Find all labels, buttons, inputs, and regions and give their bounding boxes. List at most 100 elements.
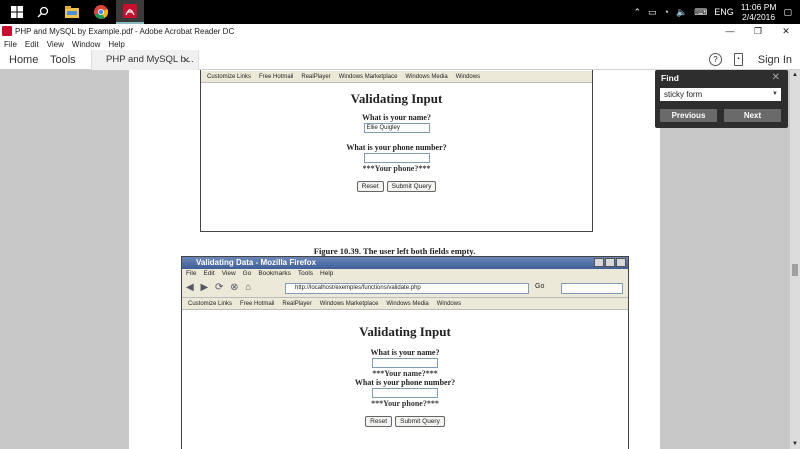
ff-link-customize: Customize Links (188, 301, 233, 307)
ff-menu-go: Go (242, 270, 252, 277)
volume-icon[interactable]: 🔈 (676, 7, 687, 18)
ff-link-hotmail: Free Hotmail (240, 301, 275, 307)
keyboard-icon[interactable]: ⌨ (694, 7, 707, 18)
figure-bottom-heading: Validating Input (359, 324, 451, 339)
find-previous-button[interactable]: Previous (660, 109, 717, 122)
ff-search-box (561, 283, 623, 294)
link-realplayer: RealPlayer (301, 74, 331, 80)
vertical-scrollbar[interactable]: ▲ ▼ (790, 70, 800, 449)
find-query: sticky form (664, 90, 703, 99)
link-hotmail: Free Hotmail (259, 74, 294, 80)
sign-in-button[interactable]: Sign In (758, 50, 792, 70)
windows-start-icon[interactable] (8, 3, 26, 21)
wifi-icon[interactable]: ◔ (664, 7, 669, 17)
link-media: Windows Media (405, 74, 448, 80)
firefox-menu: File Edit View Go Bookmarks Tools Help (182, 269, 628, 279)
ff-menu-help: Help (320, 270, 334, 277)
acrobat-app-icon (2, 26, 12, 36)
chevron-up-icon[interactable]: ⌃ (633, 7, 641, 18)
bottom-name-input (372, 358, 438, 368)
bottom-phone-label: What is your phone number? (354, 378, 456, 387)
submit-button: Submit Query (386, 181, 437, 192)
link-marketplace: Windows Marketplace (338, 74, 398, 80)
firefox-window-title: Validating Data - Mozilla Firefox (196, 258, 317, 267)
link-windows: Windows (455, 74, 481, 80)
minimize-icon[interactable]: — (716, 24, 744, 38)
find-title: Find (661, 73, 679, 83)
links-toolbar: Customize Links Free Hotmail RealPlayer … (201, 71, 592, 83)
document-tab[interactable]: PHP and MySQL b... ✕ (91, 50, 199, 70)
bottom-reset-button: Reset (365, 416, 393, 427)
ff-nav-buttons-icon: ◀ ▶ ⟳ ⊗ ⌂ (186, 282, 254, 293)
menu-edit[interactable]: Edit (25, 40, 39, 49)
file-explorer-icon[interactable] (63, 3, 81, 21)
reset-button: Reset (356, 181, 384, 192)
close-icon[interactable]: ✕ (772, 24, 800, 38)
ff-minimize-icon (594, 258, 604, 267)
bottom-name-label: What is your name? (370, 348, 440, 357)
bottom-name-error: ***Your name?*** (372, 369, 438, 378)
chevron-down-icon[interactable]: ▼ (772, 88, 778, 101)
ff-maximize-icon (605, 258, 615, 267)
phone-label: What is your phone number? (346, 143, 447, 152)
phone-input (363, 153, 430, 163)
ff-link-marketplace: Windows Marketplace (319, 301, 379, 307)
window-titlebar: PHP and MySQL by Example.pdf - Adobe Acr… (0, 24, 800, 38)
bottom-submit-button: Submit Query (395, 416, 445, 427)
name-label: What is your name? (362, 113, 431, 122)
mobile-link-icon[interactable]: ▪ (734, 53, 743, 66)
ff-menu-tools: Tools (297, 270, 314, 277)
help-icon[interactable]: ? (709, 53, 722, 66)
firefox-titlebar: Validating Data - Mozilla Firefox (182, 257, 628, 269)
scroll-up-icon[interactable]: ▲ (792, 72, 798, 78)
ff-url-bar: http://localhost/exemples/functions/vali… (285, 283, 529, 294)
document-tab-label: PHP and MySQL b... (106, 54, 194, 65)
ff-close-icon (616, 258, 626, 267)
windows-taskbar: ⌃ ▭ ◔ 🔈 ⌨ ENG 11:06 PM 2/4/2016 ▢ (0, 0, 800, 24)
ff-link-windows: Windows (436, 301, 462, 307)
bottom-phone-error: ***Your phone?*** (371, 399, 439, 408)
figure-bottom-content: Validating Input What is your name? ***Y… (182, 324, 628, 427)
ff-link-realplayer: RealPlayer (282, 301, 312, 307)
menu-view[interactable]: View (47, 40, 64, 49)
figure-bottom-browser: Validating Data - Mozilla Firefox File E… (181, 256, 629, 449)
figure-caption: Figure 10.39. The user left both fields … (313, 246, 476, 256)
close-tab-icon[interactable]: ✕ (182, 50, 190, 70)
bottom-phone-input (372, 388, 438, 398)
language-indicator[interactable]: ENG (714, 7, 734, 17)
menu-file[interactable]: File (4, 40, 17, 49)
home-tab[interactable]: Home (9, 50, 38, 70)
find-next-button[interactable]: Next (724, 109, 781, 122)
link-customize: Customize Links (207, 74, 252, 80)
find-input[interactable]: sticky form ▼ (660, 88, 781, 101)
pdf-page: Customize Links Free Hotmail RealPlayer … (129, 70, 660, 449)
ff-link-media: Windows Media (386, 301, 429, 307)
restore-icon[interactable]: ❐ (744, 24, 772, 38)
chrome-icon[interactable] (92, 3, 110, 21)
ff-menu-bookmarks: Bookmarks (258, 270, 291, 277)
phone-error: ***Your phone?*** (362, 164, 431, 173)
figure-top-browser: Customize Links Free Hotmail RealPlayer … (200, 70, 593, 232)
search-icon[interactable] (34, 3, 52, 21)
acrobat-toolbar: Home Tools PHP and MySQL b... ✕ ? ▪ Sign… (0, 50, 800, 70)
window-title: PHP and MySQL by Example.pdf - Adobe Acr… (15, 26, 235, 36)
system-tray: ⌃ ▭ ◔ 🔈 ⌨ ENG 11:06 PM 2/4/2016 ▢ (633, 0, 800, 24)
firefox-links-toolbar: Customize Links Free Hotmail RealPlayer … (182, 298, 628, 310)
name-input: Ellie Quigley (363, 123, 430, 133)
clock[interactable]: 11:06 PM 2/4/2016 (741, 2, 777, 22)
ff-menu-view: View (221, 270, 236, 277)
battery-icon[interactable]: ▭ (648, 7, 657, 18)
ff-menu-edit: Edit (203, 270, 215, 277)
find-close-icon[interactable]: ✕ (772, 72, 780, 83)
scroll-down-icon[interactable]: ▼ (792, 441, 798, 447)
tools-tab[interactable]: Tools (50, 50, 76, 70)
find-panel: Find ✕ sticky form ▼ Previous Next (655, 70, 788, 128)
firefox-nav-toolbar: ◀ ▶ ⟳ ⊗ ⌂ http://localhost/exemples/func… (182, 279, 628, 298)
scroll-thumb[interactable] (792, 264, 798, 276)
menu-window[interactable]: Window (72, 40, 100, 49)
menu-help[interactable]: Help (108, 40, 124, 49)
acrobat-taskbar-icon[interactable] (116, 0, 144, 24)
ff-go-button: Go (535, 283, 545, 290)
notifications-icon[interactable]: ▢ (783, 7, 792, 18)
figure-top-content: Validating Input What is your name? Elli… (201, 91, 592, 192)
